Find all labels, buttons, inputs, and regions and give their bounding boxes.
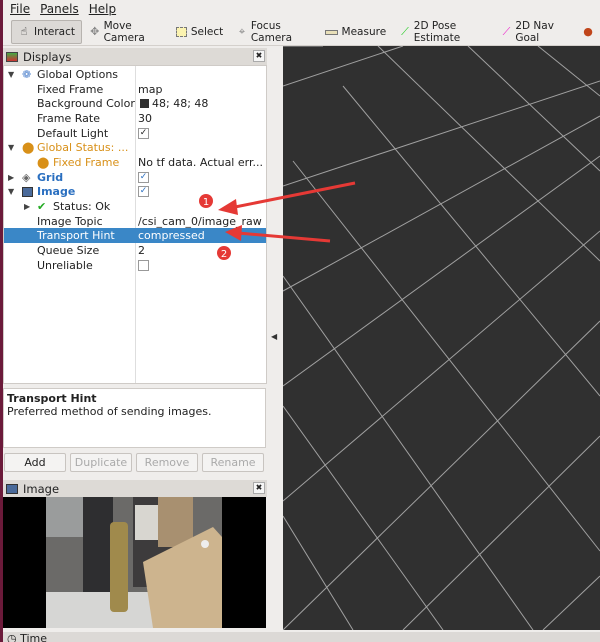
annotation-label-2: 2 bbox=[221, 249, 227, 260]
annotation-arrow-2 bbox=[225, 225, 331, 243]
annotation-arrow-1 bbox=[218, 181, 356, 215]
annotation-label-1: 1 bbox=[203, 197, 209, 208]
annotation-overlay: 1 2 bbox=[199, 181, 356, 260]
